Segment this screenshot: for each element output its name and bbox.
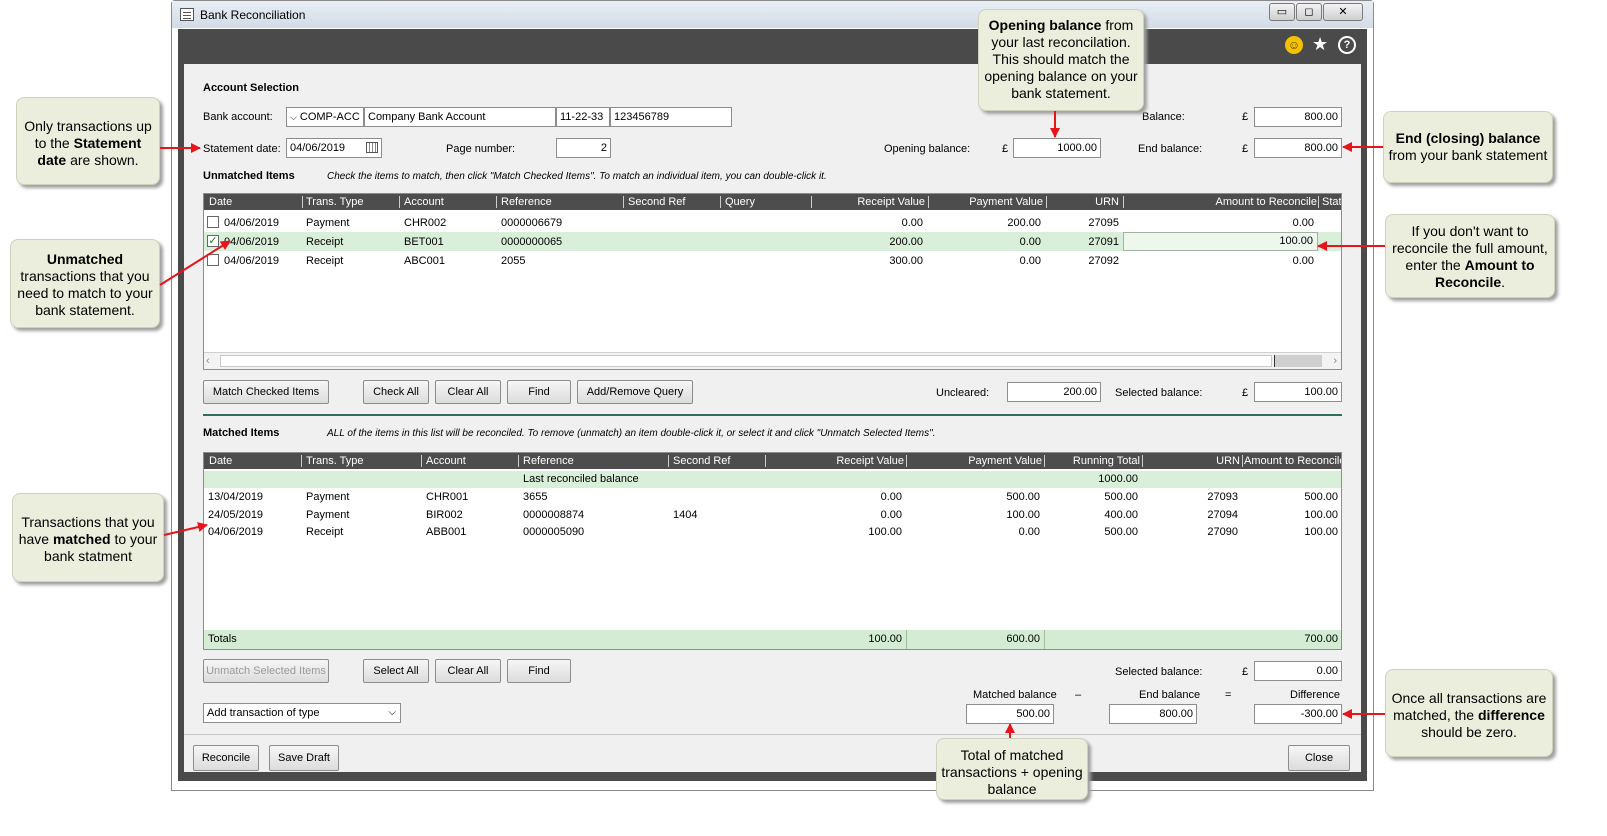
arrow-unmatched — [159, 240, 231, 286]
annotation-arrows — [159, 111, 1385, 738]
arrow-matched — [163, 522, 208, 536]
